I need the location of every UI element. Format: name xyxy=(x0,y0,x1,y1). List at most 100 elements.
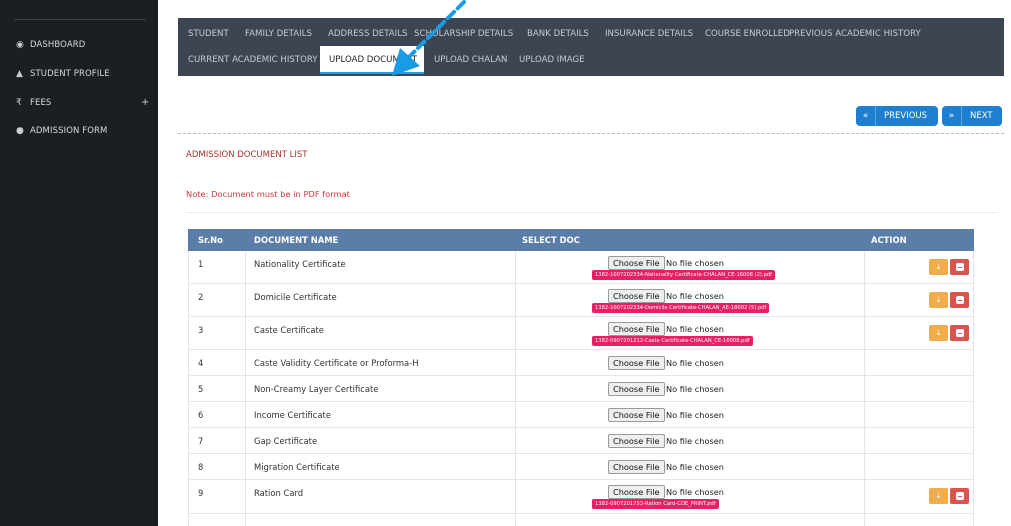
column-divider xyxy=(864,251,865,284)
tab-label: UPLOAD DOCUMENT xyxy=(329,55,417,65)
file-status: No file chosen xyxy=(666,487,725,497)
delete-button[interactable] xyxy=(950,259,969,275)
dashboard-icon: ◉ xyxy=(16,40,24,50)
sr-number: 5 xyxy=(198,384,204,394)
column-divider xyxy=(515,428,516,454)
tab-upload-image[interactable]: UPLOAD IMAGE xyxy=(519,55,585,65)
sidebar-item-student-profile[interactable]: ▲ STUDENT PROFILE xyxy=(16,67,110,81)
previous-button[interactable]: « PREVIOUS xyxy=(856,106,938,126)
document-name: Caste Certificate xyxy=(254,325,324,335)
delete-button[interactable] xyxy=(950,292,969,308)
tab-current-academic-history[interactable]: CURRENT ACADEMIC HISTORY xyxy=(188,55,318,65)
choose-file-button[interactable]: Choose File xyxy=(608,289,665,303)
download-button[interactable]: ⤓ xyxy=(929,292,948,308)
choose-file-button[interactable]: Choose File xyxy=(608,485,665,499)
sr-number: 9 xyxy=(198,488,204,498)
document-name: Migration Certificate xyxy=(254,462,340,472)
column-divider xyxy=(515,514,516,526)
sr-number: 4 xyxy=(198,358,204,368)
choose-file-button[interactable]: Choose File xyxy=(608,434,665,448)
column-divider xyxy=(515,454,516,480)
uploaded-file-name[interactable]: 1382-0907201212-Caste Certificate-CHALAN… xyxy=(592,336,753,346)
tab-student[interactable]: STUDENT xyxy=(188,29,229,39)
sidebar-item-label: FEES xyxy=(30,98,52,108)
expand-plus-icon[interactable]: + xyxy=(141,97,149,108)
sr-number: 3 xyxy=(198,325,204,335)
sr-number: 2 xyxy=(198,292,204,302)
delete-button[interactable] xyxy=(950,325,969,341)
column-divider xyxy=(864,350,865,376)
table-row: 3 Caste Certificate Choose File No file cho… xyxy=(188,317,974,350)
column-divider xyxy=(864,376,865,402)
download-button[interactable]: ⤓ xyxy=(929,259,948,275)
column-divider xyxy=(245,376,246,402)
delete-icon xyxy=(955,263,964,271)
divider xyxy=(186,212,998,213)
sr-number: 1 xyxy=(198,259,204,269)
tab-family-details[interactable]: FAMILY DETAILS xyxy=(245,29,312,39)
file-status: No file chosen xyxy=(666,410,725,420)
file-status: No file chosen xyxy=(666,384,725,394)
column-divider xyxy=(515,251,516,284)
file-status: No file chosen xyxy=(666,324,725,334)
delete-icon xyxy=(955,492,964,500)
section-title: ADMISSION DOCUMENT LIST xyxy=(186,150,308,160)
uploaded-file-name[interactable]: 1382-1007202334-Nationality Certificate-… xyxy=(592,270,776,280)
tab-insurance-details[interactable]: INSURANCE DETAILS xyxy=(605,29,693,39)
double-chevron-left-icon: « xyxy=(856,106,876,126)
file-status: No file chosen xyxy=(666,462,725,472)
file-status: No file chosen xyxy=(666,291,725,301)
column-divider xyxy=(864,480,865,514)
tab-address-details[interactable]: ADDRESS DETAILS xyxy=(328,29,407,39)
choose-file-button[interactable]: Choose File xyxy=(608,460,665,474)
column-header-action: ACTION xyxy=(871,235,907,245)
column-divider xyxy=(245,284,246,317)
tab-bank-details[interactable]: BANK DETAILS xyxy=(527,29,589,39)
double-chevron-right-icon: » xyxy=(942,106,962,126)
divider xyxy=(178,133,1004,134)
sr-number: 7 xyxy=(198,436,204,446)
uploaded-file-name[interactable]: 1382-1007202334-Domicile Certificate-CHA… xyxy=(592,303,770,313)
download-button[interactable]: ⤓ xyxy=(929,488,948,504)
sidebar-item-admission-form[interactable]: ● ADMISSION FORM xyxy=(16,124,107,138)
download-button[interactable]: ⤓ xyxy=(929,325,948,341)
tab-scholarship-details[interactable]: SCHOLARSHIP DETAILS xyxy=(414,29,513,39)
document-name: Non-Creamy Layer Certificate xyxy=(254,384,379,394)
tab-previous-academic-history[interactable]: PREVIOUS ACADEMIC HISTORY xyxy=(789,29,921,39)
sidebar-item-fees[interactable]: ₹ FEES xyxy=(16,96,51,110)
sidebar-item-dashboard[interactable]: ◉ DASHBOARD xyxy=(16,38,85,52)
column-header-document-name: DOCUMENT NAME xyxy=(254,235,339,245)
column-divider xyxy=(245,454,246,480)
tabs-bar: STUDENT FAMILY DETAILS ADDRESS DETAILS S… xyxy=(178,18,1004,76)
table-row: 1 Nationality Certificate Choose File No fi… xyxy=(188,251,974,284)
delete-icon xyxy=(955,296,964,304)
column-divider xyxy=(245,402,246,428)
column-divider xyxy=(864,402,865,428)
delete-button[interactable] xyxy=(950,488,969,504)
file-status: No file chosen xyxy=(666,358,725,368)
choose-file-button[interactable]: Choose File xyxy=(608,408,665,422)
tab-upload-chalan[interactable]: UPLOAD CHALAN xyxy=(434,55,507,65)
document-name: Ration Card xyxy=(254,488,304,498)
choose-file-button[interactable]: Choose File xyxy=(608,322,665,336)
column-divider xyxy=(245,251,246,284)
document-name: Domicile Certificate xyxy=(254,292,337,302)
rupee-icon: ₹ xyxy=(16,98,22,108)
column-divider xyxy=(245,350,246,376)
column-divider xyxy=(515,402,516,428)
tab-course-enrolled[interactable]: COURSE ENROLLED xyxy=(705,29,790,39)
choose-file-button[interactable]: Choose File xyxy=(608,382,665,396)
table-row: 2 Domicile Certificate Choose File No file … xyxy=(188,284,974,317)
user-icon: ● xyxy=(16,126,24,136)
table-row: 7 Gap Certificate Choose File No file chose… xyxy=(188,428,974,454)
choose-file-button[interactable]: Choose File xyxy=(608,256,665,270)
previous-label: PREVIOUS xyxy=(884,111,928,121)
tab-upload-document[interactable]: UPLOAD DOCUMENT xyxy=(320,46,424,72)
choose-file-button[interactable]: Choose File xyxy=(608,356,665,370)
delete-icon xyxy=(955,329,964,337)
table-row: 9 Ration Card Choose File No file chosen 138… xyxy=(188,480,974,514)
uploaded-file-name[interactable]: 1382-0907201753-Ration Card-COE_PRINT.pd… xyxy=(592,499,719,509)
next-button[interactable]: » NEXT xyxy=(942,106,1002,126)
sr-number: 6 xyxy=(198,410,204,420)
document-name: Nationality Certificate xyxy=(254,259,346,269)
